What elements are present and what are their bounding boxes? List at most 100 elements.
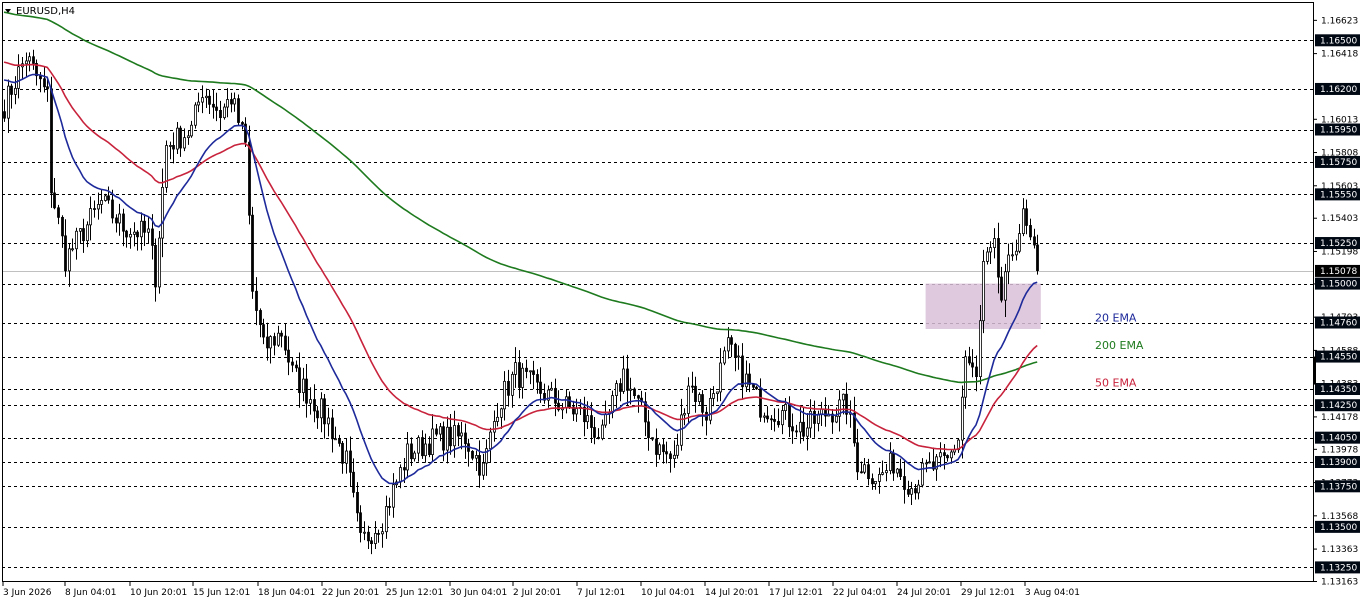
candle-body (683, 413, 686, 416)
candle-body (615, 383, 618, 396)
candle-body (1015, 250, 1018, 256)
candle-body (309, 399, 312, 404)
time-tick-label: 17 Jul 12:01 (769, 588, 823, 598)
candle-body (381, 531, 384, 535)
candle-body (460, 432, 463, 437)
candle-body (169, 145, 172, 147)
time-tick-label: 2 Jul 20:01 (513, 588, 561, 598)
candle-body (266, 336, 269, 349)
candle-body (482, 462, 485, 476)
candle-body (712, 393, 715, 399)
candle-body (593, 427, 596, 438)
time-tick-label: 29 Jul 12:01 (961, 588, 1015, 598)
candle-body (406, 443, 409, 471)
candle-body (82, 228, 85, 242)
time-tick-label: 22 Jul 04:01 (833, 588, 887, 598)
candle-body (295, 364, 298, 369)
candle-body (701, 394, 704, 413)
candle-body (118, 213, 121, 224)
candle-body (1025, 208, 1028, 226)
ema-label: 20 EMA (1095, 312, 1137, 325)
candle-body (842, 393, 845, 401)
candle-body (716, 391, 719, 394)
candle-body (629, 388, 632, 391)
candle-body (201, 97, 204, 103)
candle-body (773, 419, 776, 422)
candle-body (28, 56, 31, 62)
candle-body (975, 366, 978, 378)
candle-body (907, 489, 910, 495)
candle-body (503, 380, 506, 410)
candle-body (752, 383, 755, 388)
candle-body (316, 410, 319, 419)
candle-body (428, 443, 431, 456)
candle-body (140, 220, 143, 238)
candle-body (860, 471, 863, 474)
price-tick-label: 1.13363 (1321, 545, 1358, 555)
candle-body (464, 432, 467, 445)
candle-body (151, 228, 154, 246)
candle-body (777, 420, 780, 426)
candle-body (539, 381, 542, 394)
candle-body (147, 228, 150, 233)
candle-body (53, 192, 56, 209)
candle-body (3, 111, 6, 119)
candle-body (287, 349, 290, 363)
candle-body (50, 88, 53, 194)
candle-body (669, 453, 672, 459)
candle-body (370, 540, 373, 545)
level-badge-label: 1.15250 (1320, 239, 1357, 249)
candle-body (341, 442, 344, 464)
candle-body (583, 406, 586, 423)
candle-body (899, 468, 902, 477)
level-badge-label: 1.15550 (1320, 190, 1357, 200)
candle-body (385, 506, 388, 533)
chart-title[interactable]: EURUSD,H4 (5, 6, 75, 17)
candle-body (518, 362, 521, 388)
candle-body (662, 444, 665, 453)
price-chart[interactable]: 20 EMA200 EMA50 EMA 1.166231.164181.1601… (0, 0, 1362, 603)
candle-body (1004, 271, 1007, 301)
time-tick-label: 15 Jun 12:01 (193, 588, 250, 598)
candle-body (215, 106, 218, 111)
candle-body (7, 85, 10, 119)
candle-body (187, 135, 190, 139)
time-tick-label: 3 Aug 04:01 (1025, 588, 1080, 598)
candle-body (298, 367, 301, 394)
candle-body (521, 367, 524, 388)
ema-label: 200 EMA (1095, 339, 1144, 352)
candle-body (863, 464, 866, 473)
candle-body (183, 137, 186, 149)
candle-body (604, 413, 607, 426)
time-tick-label: 10 Jul 04:01 (641, 588, 695, 598)
level-badge-label: 1.16200 (1320, 85, 1357, 95)
candle-body (305, 378, 308, 404)
candle-body (964, 356, 967, 398)
candle-body (968, 356, 971, 364)
candle-body (1036, 244, 1039, 272)
candle-body (687, 385, 690, 414)
candle-body (950, 451, 953, 459)
level-badge-label: 1.14350 (1320, 385, 1357, 395)
candle-body (1011, 254, 1014, 257)
candle-body (550, 387, 553, 391)
candle-body (665, 451, 668, 455)
candle-body (489, 431, 492, 450)
candle-body (694, 385, 697, 402)
candle-body (125, 230, 128, 238)
time-tick-label: 10 Jun 20:01 (130, 588, 187, 598)
candle-body (878, 473, 881, 482)
level-badge-label: 1.15950 (1320, 126, 1357, 136)
level-badge-label: 1.14760 (1320, 319, 1357, 329)
candle-body (939, 452, 942, 458)
candle-body (122, 213, 125, 232)
candle-body (896, 468, 899, 474)
candle-body (946, 455, 949, 459)
candle-body (453, 425, 456, 447)
candle-body (273, 336, 276, 346)
candle-body (143, 220, 146, 233)
time-tick-label: 30 Jun 04:01 (450, 588, 507, 598)
candle-body (392, 484, 395, 508)
candle-body (1018, 233, 1021, 252)
level-badge-label: 1.13500 (1320, 523, 1357, 533)
